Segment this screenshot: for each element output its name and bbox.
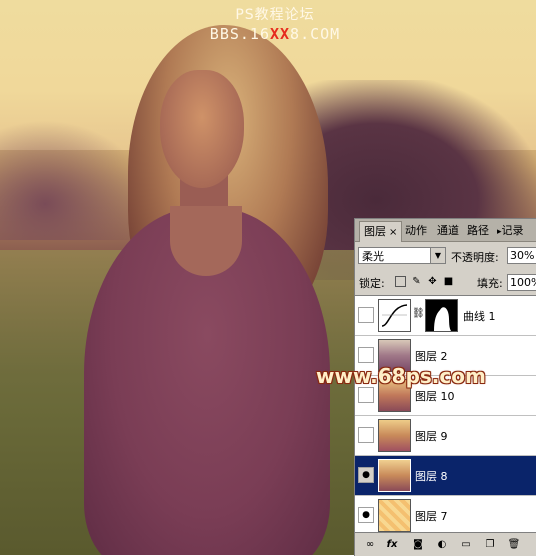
layer-name: 曲线 1 <box>463 310 496 323</box>
visibility-toggle[interactable] <box>358 387 374 403</box>
tab-paths[interactable]: 路径 <box>467 223 489 239</box>
lock-row: 锁定: ✎ ✥ ■ 填充: 100% <box>355 271 536 293</box>
trash-icon[interactable]: 🗑 <box>507 538 521 552</box>
opacity-label: 不透明度: <box>451 251 499 264</box>
curves-adjustment-icon <box>378 299 411 332</box>
lock-transparency-icon[interactable] <box>395 276 406 287</box>
fx-icon[interactable]: fx <box>385 538 399 552</box>
chevron-down-icon[interactable]: ▼ <box>430 248 445 263</box>
panel-tab-bar: 图层 × 动作 通道 路径 ▸记录 <box>355 219 536 242</box>
blend-mode-value: 柔光 <box>362 250 384 263</box>
eye-icon[interactable]: ● <box>358 467 374 483</box>
forum-url-suffix: 8.COM <box>290 25 341 43</box>
folder-icon[interactable]: ▭ <box>459 538 473 552</box>
blend-mode-select[interactable]: 柔光 ▼ <box>358 247 446 264</box>
forum-url: BBS.16XX8.COM <box>205 25 345 43</box>
layer-row[interactable]: ● 图层 7 <box>355 496 536 536</box>
model-neckline <box>170 206 242 276</box>
layer-thumbnail <box>378 419 411 452</box>
tab-layers[interactable]: 图层 × <box>359 221 403 242</box>
mask-icon[interactable]: ◙ <box>411 538 425 552</box>
tab-history[interactable]: ▸记录 <box>497 223 524 239</box>
visibility-toggle[interactable] <box>358 307 374 323</box>
layer-mask-thumbnail[interactable] <box>425 299 458 332</box>
forum-url-highlight: XX <box>269 25 291 43</box>
visibility-toggle[interactable] <box>358 347 374 363</box>
lock-position-icon[interactable]: ✥ <box>427 276 438 287</box>
layer-list: ⛓ 曲线 1 图层 2 图层 10 图层 9 ● 图层 8 ● 图层 7 <box>355 295 536 536</box>
tab-close-icon[interactable]: × <box>389 227 397 238</box>
new-layer-icon[interactable]: ❐ <box>483 538 497 552</box>
opacity-input[interactable]: 30% <box>507 247 536 264</box>
tab-layers-label: 图层 <box>364 225 386 238</box>
layer-row[interactable]: 图层 9 <box>355 416 536 456</box>
fill-label: 填充: <box>477 277 503 290</box>
tab-history-label: 记录 <box>501 224 524 237</box>
layer-thumbnail <box>378 499 411 532</box>
layer-name: 图层 2 <box>415 350 448 363</box>
adjustment-icon[interactable]: ◐ <box>435 538 449 552</box>
forum-url-prefix: BBS.16 <box>209 25 270 43</box>
visibility-toggle[interactable] <box>358 427 374 443</box>
chain-link-icon[interactable]: ⛓ <box>412 308 425 319</box>
lock-image-icon[interactable]: ✎ <box>411 276 422 287</box>
tab-channels[interactable]: 通道 <box>437 223 459 239</box>
lock-all-icon[interactable]: ■ <box>443 276 454 287</box>
lock-label: 锁定: <box>359 277 385 290</box>
layer-thumbnail <box>378 459 411 492</box>
tab-actions[interactable]: 动作 <box>405 223 427 239</box>
site-watermark: www.68ps.com <box>316 364 486 388</box>
layer-name: 图层 9 <box>415 430 448 443</box>
blend-row: 柔光 ▼ 不透明度: 30% <box>355 245 536 267</box>
model-face <box>160 70 244 188</box>
layer-name: 图层 7 <box>415 510 448 523</box>
eye-icon[interactable]: ● <box>358 507 374 523</box>
panel-bottom-bar: ∞ fx ◙ ◐ ▭ ❐ 🗑 <box>355 532 536 556</box>
link-icon[interactable]: ∞ <box>363 538 377 552</box>
layer-row-curves[interactable]: ⛓ 曲线 1 <box>355 296 536 336</box>
layer-row-selected[interactable]: ● 图层 8 <box>355 456 536 496</box>
forum-title: PS教程论坛 <box>235 7 315 23</box>
fill-input[interactable]: 100% <box>507 274 536 291</box>
layer-name: 图层 10 <box>415 390 455 403</box>
layer-name: 图层 8 <box>415 470 448 483</box>
